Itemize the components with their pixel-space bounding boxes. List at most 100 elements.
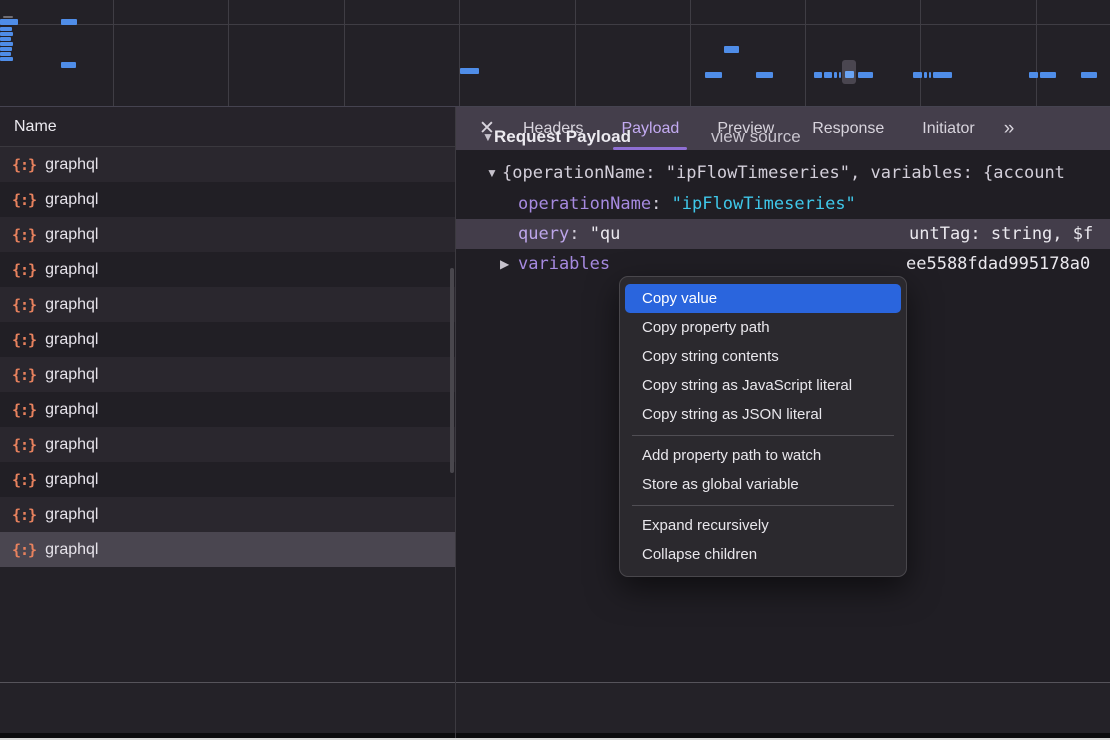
- request-timing-bar: [756, 72, 773, 78]
- request-name-label: graphql: [45, 226, 98, 244]
- request-timing-bar: [705, 72, 722, 78]
- request-timing-bar: [858, 72, 873, 78]
- json-braces-icon: {:}: [12, 436, 36, 454]
- request-name-label: graphql: [45, 261, 98, 279]
- request-name-label: graphql: [45, 471, 98, 489]
- request-timing-bar: [834, 72, 837, 78]
- json-braces-icon: {:}: [12, 471, 36, 489]
- payload-root-row[interactable]: ▼ {operationName: "ipFlowTimeseries", va…: [456, 158, 1110, 189]
- payload-preview-text: {operationName: "ipFlowTimeseries", vari…: [502, 158, 1065, 189]
- request-name-label: graphql: [45, 331, 98, 349]
- menu-item-add-property-path-to-watch[interactable]: Add property path to watch: [625, 441, 901, 470]
- request-list-scrollbar[interactable]: [450, 268, 454, 473]
- devtools-network-panel: Name {:}graphql{:}graphql{:}graphql{:}gr…: [0, 0, 1110, 740]
- request-row[interactable]: {:} graphql: [0, 182, 455, 217]
- request-timing-bar: [3, 16, 13, 18]
- property-value-right: untTag: string, $f: [909, 219, 1093, 249]
- menu-item-copy-string-as-javascript-literal[interactable]: Copy string as JavaScript literal: [625, 371, 901, 400]
- section-title: Request Payload: [494, 121, 631, 153]
- network-overview-waterfall[interactable]: [0, 0, 1110, 107]
- panel-splitter[interactable]: [455, 107, 456, 738]
- json-braces-icon: {:}: [12, 296, 36, 314]
- overview-gridline: [113, 0, 114, 106]
- menu-item-copy-value[interactable]: Copy value: [625, 284, 901, 313]
- request-name-label: graphql: [45, 541, 98, 559]
- overview-gridline: [690, 0, 691, 106]
- overview-gridline: [920, 0, 921, 106]
- property-value: "ipFlowTimeseries": [661, 194, 855, 214]
- menu-item-store-as-global-variable[interactable]: Store as global variable: [625, 470, 901, 499]
- request-timing-bar: [724, 46, 739, 53]
- request-list-panel: Name {:}graphql{:}graphql{:}graphql{:}gr…: [0, 107, 455, 682]
- overview-gridline: [575, 0, 576, 106]
- menu-item-expand-recursively[interactable]: Expand recursively: [625, 511, 901, 540]
- request-timing-bar: [845, 71, 854, 78]
- menu-item-copy-string-contents[interactable]: Copy string contents: [625, 342, 901, 371]
- request-timing-bar: [839, 72, 841, 78]
- request-timing-bar: [0, 47, 12, 51]
- variables-expand-icon[interactable]: ▶: [500, 249, 509, 279]
- request-timing-bar: [61, 62, 76, 68]
- json-braces-icon: {:}: [12, 156, 36, 174]
- request-row[interactable]: {:}graphql: [0, 252, 455, 287]
- json-braces-icon: {:}: [12, 541, 36, 559]
- request-timing-bar: [0, 27, 12, 31]
- menu-separator: [620, 429, 906, 441]
- property-value-left: "qu: [579, 224, 620, 244]
- request-row[interactable]: {:} graphql: [0, 287, 455, 322]
- request-row[interactable]: {:}graphql: [0, 217, 455, 252]
- root-expand-icon[interactable]: ▼: [486, 158, 498, 189]
- json-braces-icon: {:}: [12, 191, 36, 209]
- request-timing-bar: [1029, 72, 1038, 78]
- network-summary-bar: [0, 683, 1110, 733]
- request-row[interactable]: {:}graphql: [0, 357, 455, 392]
- context-menu: Copy valueCopy property pathCopy string …: [619, 276, 907, 577]
- section-expand-icon[interactable]: ▼: [482, 121, 494, 153]
- overview-gridline: [228, 0, 229, 106]
- request-timing-bar: [0, 57, 13, 61]
- request-timing-bar: [0, 32, 13, 36]
- request-name-label: graphql: [45, 191, 98, 209]
- request-timing-bar: [913, 72, 922, 78]
- overview-gridline: [459, 0, 460, 106]
- request-timing-bar: [824, 72, 832, 78]
- json-braces-icon: {:}: [12, 506, 36, 524]
- request-timing-bar: [0, 52, 11, 56]
- request-timing-bar: [1040, 72, 1056, 78]
- menu-item-collapse-children[interactable]: Collapse children: [625, 540, 901, 569]
- request-list: {:} graphql {:} graphql {:} graphql {:} graphql…: [0, 147, 455, 567]
- overview-gridline: [805, 0, 806, 106]
- payload-row-variables[interactable]: ▶ variables ee5588fdad995178a0: [456, 249, 1110, 279]
- overview-gridline: [1036, 0, 1037, 106]
- request-name-label: graphql: [45, 296, 98, 314]
- request-name-label: graphql: [45, 436, 98, 454]
- request-timing-bar: [929, 72, 931, 78]
- overview-gridline-horizontal: [0, 24, 1110, 25]
- request-row[interactable]: {:} graphql: [0, 532, 455, 567]
- request-row[interactable]: {:} graphql: [0, 147, 455, 182]
- request-timing-bar: [0, 37, 11, 41]
- menu-item-copy-string-as-json-literal[interactable]: Copy string as JSON literal: [625, 400, 901, 429]
- json-braces-icon: {:}: [12, 366, 36, 384]
- request-timing-bar: [0, 42, 13, 46]
- request-row[interactable]: {:}graphql: [0, 322, 455, 357]
- request-row[interactable]: {:} graphql: [0, 392, 455, 427]
- request-row[interactable]: {:} graphql: [0, 462, 455, 497]
- payload-row-query-selected[interactable]: query: "qu untTag: string, $f: [456, 219, 1110, 249]
- view-source-link[interactable]: view source: [711, 121, 801, 153]
- name-column-header[interactable]: Name: [0, 107, 455, 147]
- request-name-label: graphql: [45, 401, 98, 419]
- request-row[interactable]: {:} graphql: [0, 427, 455, 462]
- menu-separator: [620, 499, 906, 511]
- request-timing-bar: [460, 68, 479, 74]
- property-value-right: ee5588fdad995178a0: [906, 249, 1090, 279]
- request-name-label: graphql: [45, 506, 98, 524]
- request-timing-bar: [814, 72, 822, 78]
- request-name-label: graphql: [45, 156, 98, 174]
- request-timing-bar: [61, 19, 77, 25]
- menu-item-copy-property-path[interactable]: Copy property path: [625, 313, 901, 342]
- payload-row-operationName[interactable]: operationName: "ipFlowTimeseries": [456, 189, 1110, 219]
- request-timing-bar: [0, 19, 18, 25]
- json-braces-icon: {:}: [12, 401, 36, 419]
- request-row[interactable]: {:} graphql: [0, 497, 455, 532]
